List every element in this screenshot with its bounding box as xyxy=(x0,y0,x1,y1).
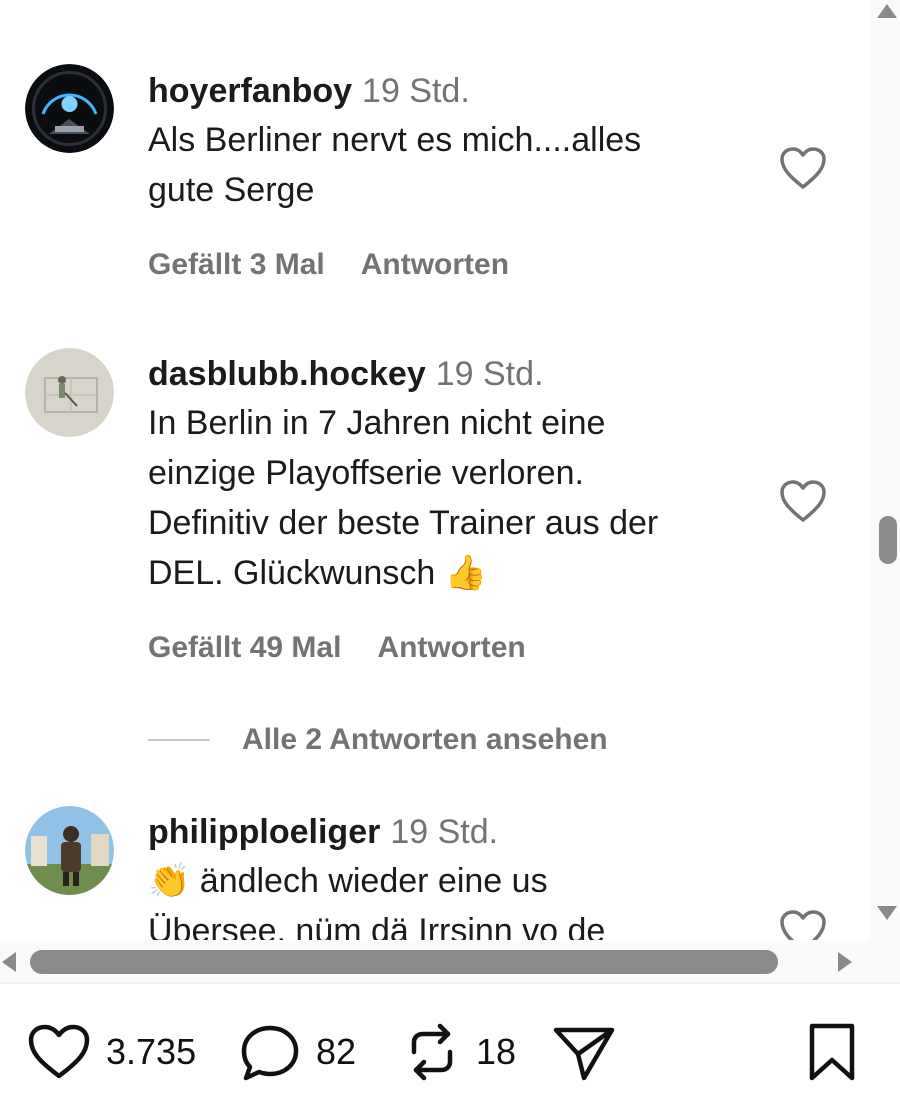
post-action-bar: 3.735 82 18 xyxy=(0,1000,900,1097)
repost-count: 18 xyxy=(476,1031,517,1072)
horizontal-scrollbar[interactable] xyxy=(0,940,870,982)
view-replies-label: Alle 2 Antworten ansehen xyxy=(242,723,608,756)
timestamp[interactable]: 19 Std. xyxy=(390,813,498,851)
scroll-down-arrow-icon[interactable] xyxy=(877,906,897,920)
comment-text: In Berlin in 7 Jahren nicht eine einzige… xyxy=(148,398,748,598)
heart-icon xyxy=(28,1024,90,1079)
avatar[interactable] xyxy=(25,806,114,895)
divider xyxy=(0,982,900,984)
bookmark-icon xyxy=(809,1023,855,1081)
timestamp[interactable]: 19 Std. xyxy=(436,355,544,393)
likes-count[interactable]: Gefällt 49 Mal xyxy=(148,631,341,664)
comment-line: DEL. Glückwunsch 👍 xyxy=(148,554,488,592)
heart-icon xyxy=(780,480,826,522)
reply-button[interactable]: Antworten xyxy=(361,248,509,281)
comments-list[interactable]: hoyerfanboy 19 Std. Als Berliner nervt es… xyxy=(0,0,870,940)
like-count: 3.735 xyxy=(106,1031,197,1072)
comment-line: Als Berliner nervt es mich....alles xyxy=(148,121,642,159)
like-comment-button[interactable] xyxy=(778,908,828,940)
avatar[interactable] xyxy=(25,64,114,153)
likes-count[interactable]: Gefällt 3 Mal xyxy=(148,248,325,281)
comment-header: philipploeliger 19 Std. xyxy=(148,812,498,852)
comment-line: Übersee, nüm dä Irrsinn vo de xyxy=(148,912,606,940)
username[interactable]: philipploeliger xyxy=(148,813,380,851)
timestamp[interactable]: 19 Std. xyxy=(362,72,470,110)
heart-icon xyxy=(780,910,826,940)
heart-icon xyxy=(780,147,826,189)
scroll-left-arrow-icon[interactable] xyxy=(2,952,16,972)
horizontal-scroll-thumb[interactable] xyxy=(30,950,778,974)
view-replies-button[interactable]: Alle 2 Antworten ansehen xyxy=(148,720,608,760)
comment-button[interactable]: 82 xyxy=(238,1022,356,1082)
avatar[interactable] xyxy=(25,348,114,437)
vertical-scroll-thumb[interactable] xyxy=(879,516,897,564)
comment-line: 👏 ändlech wieder eine us xyxy=(148,862,548,900)
comment-header: hoyerfanboy 19 Std. xyxy=(148,71,470,111)
comment-line: gute Serge xyxy=(148,171,315,209)
speech-bubble-icon xyxy=(241,1025,299,1081)
scroll-right-arrow-icon[interactable] xyxy=(838,952,852,972)
divider xyxy=(148,739,210,741)
paper-plane-icon xyxy=(553,1027,615,1081)
like-comment-button[interactable] xyxy=(778,145,828,191)
repost-icon xyxy=(411,1023,453,1081)
comment-count: 82 xyxy=(316,1031,357,1072)
reply-button[interactable]: Antworten xyxy=(377,631,525,664)
comment-line: einzige Playoffserie verloren. xyxy=(148,454,584,492)
username[interactable]: hoyerfanboy xyxy=(148,72,352,110)
comment-line: Definitiv der beste Trainer aus der xyxy=(148,504,659,542)
like-button[interactable]: 3.735 xyxy=(26,1022,196,1082)
comment-text: Als Berliner nervt es mich....alles gute… xyxy=(148,115,748,215)
comment-actions: Gefällt 3 Mal Antworten xyxy=(148,248,509,282)
comment-line: In Berlin in 7 Jahren nicht eine xyxy=(148,404,606,442)
like-comment-button[interactable] xyxy=(778,478,828,524)
scroll-up-arrow-icon[interactable] xyxy=(877,4,897,18)
comment-header: dasblubb.hockey 19 Std. xyxy=(148,354,543,394)
vertical-scrollbar[interactable] xyxy=(870,0,900,940)
comment-text: 👏 ändlech wieder eine us Übersee, nüm dä… xyxy=(148,856,748,940)
share-button[interactable] xyxy=(552,1022,616,1082)
scrollbar-corner xyxy=(870,940,900,982)
username[interactable]: dasblubb.hockey xyxy=(148,355,426,393)
save-button[interactable] xyxy=(804,1022,860,1082)
repost-button[interactable]: 18 xyxy=(402,1022,516,1082)
comment-actions: Gefällt 49 Mal Antworten xyxy=(148,631,526,665)
